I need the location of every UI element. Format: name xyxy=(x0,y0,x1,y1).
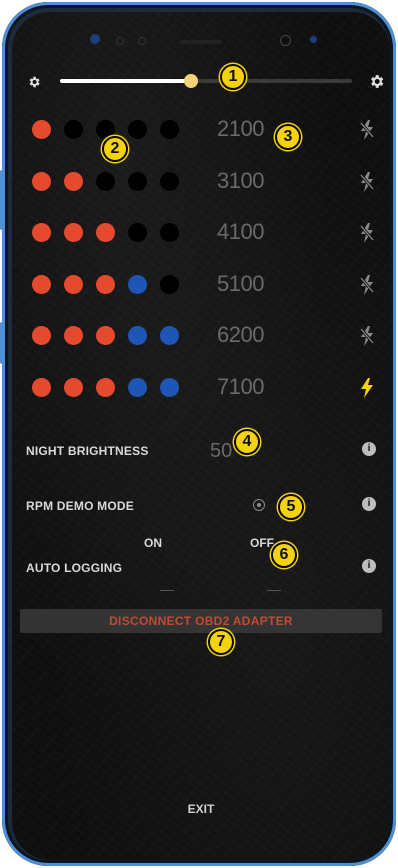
shift-light-dot[interactable]: red xyxy=(96,274,115,294)
annotation-badge-2: 2 xyxy=(102,136,128,162)
info-icon[interactable]: i xyxy=(362,559,376,573)
annotation-badge-6: 6 xyxy=(271,542,297,568)
shift-light-dot[interactable]: red xyxy=(32,120,51,139)
shift-light-dot[interactable]: red xyxy=(64,378,83,397)
auto-logging-off-tick xyxy=(267,584,281,591)
shift-dots[interactable]: redredredblueblue xyxy=(32,326,179,346)
exit-button[interactable]: EXIT xyxy=(12,802,390,816)
volume-button xyxy=(0,170,4,230)
info-icon[interactable]: i xyxy=(362,497,376,511)
shift-light-dot[interactable]: red xyxy=(32,274,51,294)
app-screen: redoffoffoffoff2100redredoffoffoff3100re… xyxy=(12,12,390,860)
flash-off-icon[interactable] xyxy=(359,326,375,347)
flash-icon[interactable] xyxy=(360,378,374,398)
shift-dots[interactable]: redredredoffoff xyxy=(32,223,179,243)
annotation-badge-3: 3 xyxy=(275,124,301,150)
auto-logging-on-tick xyxy=(160,584,174,591)
shift-light-dot[interactable]: blue xyxy=(160,378,179,397)
bixby-button xyxy=(0,322,4,364)
shift-light-dot[interactable]: red xyxy=(96,223,115,243)
rpm-value[interactable]: 5100 xyxy=(217,271,264,297)
shift-light-dot[interactable]: red xyxy=(32,326,51,346)
brightness-slider[interactable] xyxy=(60,74,352,88)
shift-light-dot[interactable]: off xyxy=(160,274,179,294)
flash-off-icon[interactable] xyxy=(359,274,375,295)
night-brightness-setting[interactable]: NIGHT BRIGHTNESS 50 i xyxy=(26,440,376,464)
shift-row[interactable]: redredoffoffoff3100 xyxy=(12,162,390,202)
shift-row[interactable]: redredredoffoff4100 xyxy=(12,213,390,253)
top-bezel xyxy=(12,12,390,64)
disconnect-label: DISCONNECT OBD2 ADAPTER xyxy=(109,614,293,628)
phone-frame: redoffoffoffoff2100redredoffoffoff3100re… xyxy=(0,2,396,866)
annotation-badge-5: 5 xyxy=(278,494,304,520)
slider-thumb[interactable] xyxy=(184,74,199,88)
settings-small-icon[interactable] xyxy=(24,72,44,92)
earpiece-speaker xyxy=(180,40,222,44)
sensor-icon xyxy=(138,37,146,45)
shift-dots[interactable]: redoffoffoffoff xyxy=(32,120,179,139)
shift-dots[interactable]: redredredblueblue xyxy=(32,378,179,397)
flash-off-icon[interactable] xyxy=(359,120,375,140)
auto-logging-label: AUTO LOGGING xyxy=(26,561,123,575)
rpm-value[interactable]: 7100 xyxy=(217,374,264,400)
shift-light-dot[interactable]: red xyxy=(96,378,115,397)
shift-light-dot[interactable]: red xyxy=(32,171,51,191)
info-icon[interactable]: i xyxy=(362,442,376,456)
auto-logging-off-label[interactable]: OFF xyxy=(250,536,274,550)
rpm-demo-mode-label: RPM DEMO MODE xyxy=(26,499,134,513)
auto-logging-on-label[interactable]: ON xyxy=(144,536,162,550)
annotation-badge-7: 7 xyxy=(208,629,234,655)
shift-light-dot[interactable]: blue xyxy=(160,326,179,346)
shift-light-dot[interactable]: blue xyxy=(128,274,147,294)
disconnect-obd2-button[interactable]: DISCONNECT OBD2 ADAPTER xyxy=(20,609,382,633)
sensor-icon xyxy=(116,37,124,45)
iris-scanner-icon xyxy=(310,36,317,43)
shift-light-dot[interactable]: red xyxy=(32,223,51,243)
rpm-value[interactable]: 2100 xyxy=(217,116,264,142)
demo-mode-radio[interactable] xyxy=(253,499,265,511)
shift-light-dot[interactable]: off xyxy=(96,171,115,191)
rpm-value[interactable]: 3100 xyxy=(217,168,264,194)
annotation-badge-4: 4 xyxy=(234,429,260,455)
shift-light-dot[interactable]: red xyxy=(32,378,51,397)
shift-light-dot[interactable]: blue xyxy=(128,326,147,346)
shift-light-dot[interactable]: off xyxy=(128,223,147,243)
night-brightness-label: NIGHT BRIGHTNESS xyxy=(26,444,149,458)
night-brightness-value[interactable]: 50 xyxy=(210,440,232,463)
shift-light-dot[interactable]: off xyxy=(160,120,179,139)
auto-logging-setting[interactable]: AUTO LOGGING i xyxy=(26,557,376,581)
rpm-value[interactable]: 4100 xyxy=(217,219,264,245)
shift-light-dot[interactable]: off xyxy=(160,223,179,243)
shift-light-dot[interactable]: red xyxy=(64,274,83,294)
shift-row[interactable]: redredredblueoff5100 xyxy=(12,265,390,305)
annotation-badge-1: 1 xyxy=(220,64,246,90)
rpm-value[interactable]: 6200 xyxy=(217,322,264,348)
shift-light-dot[interactable]: off xyxy=(160,171,179,191)
shift-row[interactable]: redredredblueblue6200 xyxy=(12,316,390,356)
slider-fill xyxy=(60,79,192,83)
shift-light-dot[interactable]: red xyxy=(96,326,115,346)
shift-row[interactable]: redoffoffoffoff 2100 xyxy=(12,110,390,150)
front-camera-icon xyxy=(280,35,291,46)
shift-row[interactable]: redredredblueblue7100 xyxy=(12,368,390,408)
settings-icon[interactable] xyxy=(366,71,386,91)
shift-dots[interactable]: redredredblueoff xyxy=(32,274,179,294)
sensor-icon xyxy=(90,34,100,44)
shift-light-dot[interactable]: off xyxy=(128,120,147,139)
shift-light-dot[interactable]: red xyxy=(64,326,83,346)
shift-light-dot[interactable]: blue xyxy=(128,378,147,397)
flash-off-icon[interactable] xyxy=(359,171,375,192)
shift-light-dot[interactable]: red xyxy=(64,223,83,243)
shift-light-dot[interactable]: off xyxy=(128,171,147,191)
rpm-demo-mode-setting[interactable]: RPM DEMO MODE i xyxy=(26,495,376,519)
shift-light-dot[interactable]: red xyxy=(64,171,83,191)
shift-light-dot[interactable]: off xyxy=(64,120,83,139)
flash-off-icon[interactable] xyxy=(359,223,375,244)
shift-dots[interactable]: redredoffoffoff xyxy=(32,171,179,191)
